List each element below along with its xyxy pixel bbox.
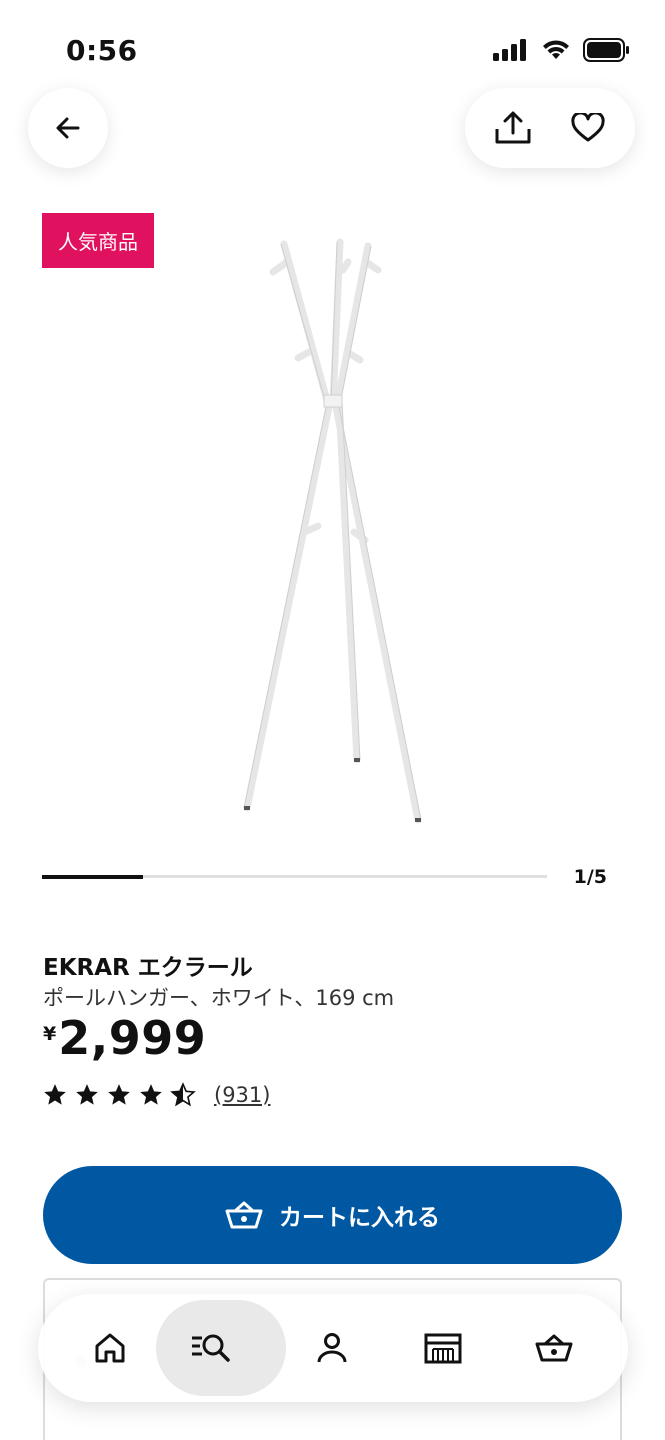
product-description: ポールハンガー、ホワイト、169 cm	[43, 986, 395, 1010]
header-actions	[465, 88, 635, 168]
signal-icon	[493, 39, 526, 61]
popular-badge: 人気商品	[42, 213, 154, 268]
status-time: 0:56	[66, 34, 138, 67]
product-name: EKRAR エクラール	[43, 955, 253, 981]
battery-icon	[583, 38, 629, 62]
nav-home[interactable]	[55, 1294, 165, 1402]
add-to-cart-label: カートに入れる	[279, 1205, 440, 1231]
search-icon	[192, 1334, 230, 1362]
product-image[interactable]	[200, 230, 460, 830]
cart-icon	[225, 1201, 263, 1229]
star-icon	[140, 1084, 162, 1105]
star-icon	[44, 1084, 66, 1105]
price-currency: ¥	[43, 1023, 57, 1045]
star-icon	[108, 1084, 130, 1105]
store-icon	[424, 1333, 462, 1364]
gallery-progress	[42, 874, 547, 879]
wifi-icon	[543, 40, 569, 59]
page-indicator: 1/5	[573, 866, 607, 888]
nav-stores[interactable]	[388, 1294, 498, 1402]
price-amount: 2,999	[58, 1011, 207, 1065]
star-icon	[76, 1084, 98, 1105]
home-icon	[95, 1333, 125, 1363]
rating[interactable]: (931)	[42, 1082, 270, 1108]
nav-profile[interactable]	[277, 1294, 387, 1402]
share-button[interactable]	[481, 96, 545, 160]
back-button[interactable]	[28, 88, 108, 168]
profile-icon	[317, 1333, 347, 1363]
cart-icon	[535, 1334, 573, 1362]
share-icon	[495, 111, 530, 144]
rating-count[interactable]: (931)	[214, 1083, 270, 1107]
nav-search[interactable]	[156, 1294, 286, 1402]
heart-icon	[570, 113, 605, 142]
gallery-progress-fill	[42, 874, 143, 879]
arrow-left-icon	[56, 117, 80, 139]
add-to-cart-button[interactable]: カートに入れる	[43, 1166, 622, 1264]
bottom-nav	[38, 1294, 628, 1402]
nav-cart[interactable]	[499, 1294, 609, 1402]
product-price: ¥ 2,999	[43, 1013, 206, 1064]
favorite-button[interactable]	[556, 96, 620, 160]
product-screen: 0:56 人気商品 1/5 EKRAR エクラール ポールハンガー、ホワイト、1…	[0, 0, 665, 1440]
status-icons	[493, 38, 631, 62]
half-star-icon	[170, 1082, 196, 1107]
